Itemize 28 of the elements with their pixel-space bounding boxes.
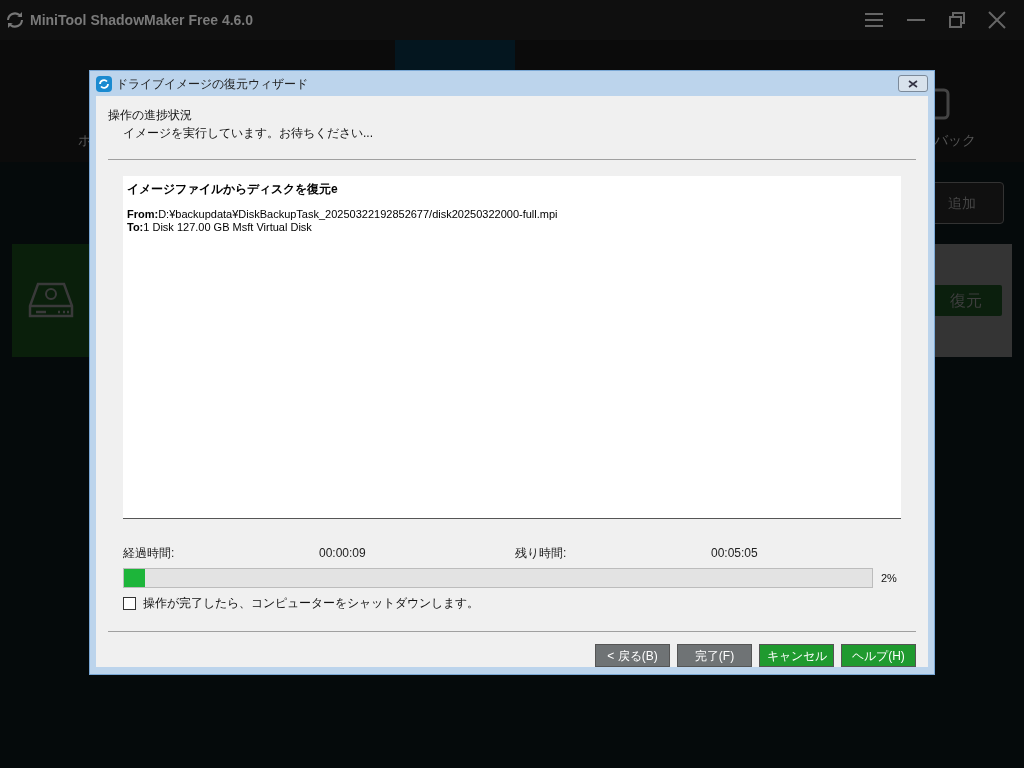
elapsed-time: 00:00:09 [319, 545, 367, 562]
close-icon[interactable] [988, 11, 1006, 29]
elapsed-label: 経過時間: [123, 545, 176, 562]
app-title: MiniTool ShadowMaker Free 4.6.0 [30, 10, 253, 30]
minimize-icon[interactable] [906, 18, 926, 22]
logo-icon [96, 75, 112, 92]
remaining-time: 00:05:05 [711, 545, 758, 562]
dialog-title: ドライブイメージの復元ウィザード [116, 75, 308, 93]
shutdown-label: 操作が完了したら、コンピューターをシャットダウンします。 [143, 595, 479, 612]
dialog-button[interactable]: ヘルプ(H) [841, 644, 916, 667]
status-text: イメージを実行しています。お待ちください... [122, 125, 374, 142]
progress-percent: 2% [881, 570, 897, 586]
dialog-button[interactable]: キャンセル [759, 644, 834, 667]
shutdown-checkbox[interactable] [123, 596, 136, 610]
remaining-label: 残り時間: [515, 545, 568, 562]
drive-icon [28, 281, 74, 320]
dialog-button[interactable]: < 戻る(B) [595, 644, 670, 667]
menu-icon[interactable] [864, 12, 884, 28]
log-line: To:1 Disk 127.00 GB Msft Virtual Disk [127, 221, 313, 234]
section-heading: 操作の進捗状況 [108, 107, 193, 124]
log-title: イメージファイルからディスクを復元e [127, 181, 339, 198]
nav-item[interactable]: バック [934, 130, 976, 151]
logo-icon [6, 11, 24, 29]
dialog-button[interactable]: 完了(F) [677, 644, 752, 667]
log-line: From:D:¥backupdata¥DiskBackupTask_20250322192852677/disk20250322000-full.mpi [127, 208, 559, 221]
close-icon [908, 79, 918, 88]
close-button[interactable] [898, 75, 928, 92]
restore-icon[interactable] [948, 12, 966, 28]
